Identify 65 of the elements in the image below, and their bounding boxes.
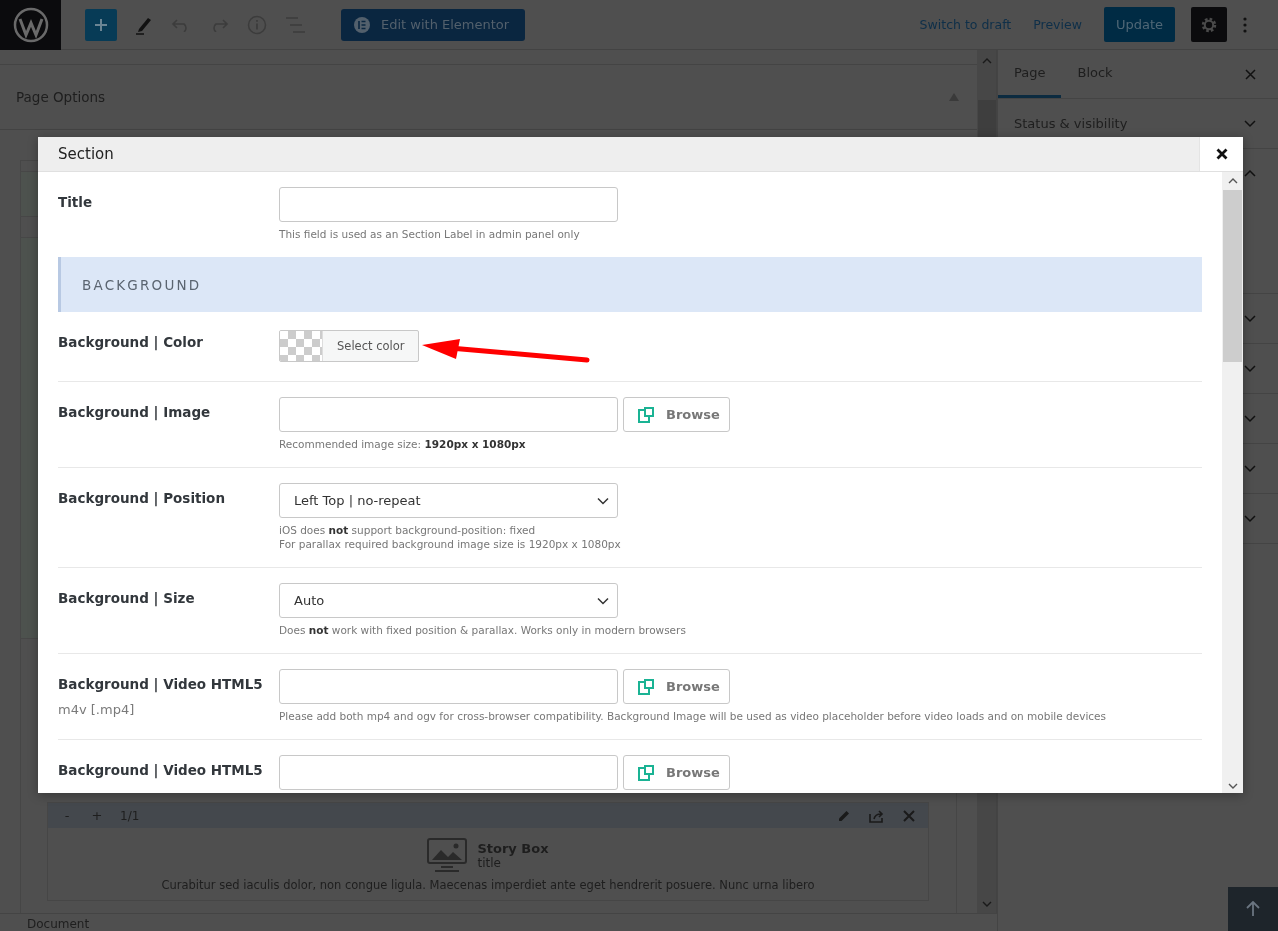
- squares-icon: [638, 406, 654, 423]
- close-icon[interactable]: [1245, 68, 1256, 80]
- chevron-up-icon[interactable]: [1244, 169, 1256, 177]
- browse-button[interactable]: Browse: [623, 669, 730, 704]
- chevron-down-icon[interactable]: [1244, 514, 1256, 523]
- chevron-down-icon[interactable]: [1244, 364, 1256, 373]
- add-block-button[interactable]: [85, 8, 117, 41]
- image-icon: [427, 838, 468, 872]
- section-heading: BACKGROUND: [58, 257, 1202, 312]
- field-label: Background | Video HTML5: [58, 676, 264, 692]
- logo-icon: [11, 5, 50, 44]
- scrollbar[interactable]: [1222, 172, 1243, 793]
- input-field[interactable]: [279, 755, 618, 790]
- dialog-title: Section: [57, 145, 114, 163]
- browse-button[interactable]: Browse: [623, 397, 730, 432]
- chevron-down-icon[interactable]: [1244, 414, 1256, 423]
- scrollbar-thumb[interactable]: [977, 100, 996, 140]
- share-icon[interactable]: [869, 808, 885, 823]
- scroll-to-top-button[interactable]: [1228, 887, 1278, 931]
- close-icon: [1215, 148, 1228, 160]
- scrollbar-thumb[interactable]: [1223, 190, 1242, 362]
- edit-with-elementor-button[interactable]: Edit with Elementor: [341, 8, 526, 41]
- chevron-down-icon[interactable]: [1244, 314, 1256, 323]
- settings-icon: [1200, 15, 1218, 34]
- input-field[interactable]: [279, 397, 618, 432]
- field-label: Background | Position: [58, 490, 226, 506]
- color-picker-button[interactable]: Select color: [279, 330, 420, 362]
- squares-icon: [638, 764, 654, 781]
- field-label: Title: [58, 194, 94, 210]
- plus-icon: [94, 17, 108, 32]
- update-button[interactable]: Update: [1103, 7, 1175, 42]
- field-label: Background | Image: [58, 404, 212, 420]
- scroll-up-icon[interactable]: [1227, 178, 1238, 184]
- field-label: Background | Size: [58, 590, 196, 606]
- help-text: Does not work with fixed position & parallax. Works only in modern browsers: [279, 623, 687, 637]
- select-field[interactable]: Auto: [279, 583, 618, 618]
- chevron-down-icon[interactable]: [1244, 464, 1256, 473]
- squares-icon: [638, 678, 654, 695]
- more-options-icon[interactable]: [1243, 16, 1247, 33]
- settings-button[interactable]: [1191, 7, 1227, 42]
- toolbar-link[interactable]: Preview: [1033, 17, 1082, 32]
- field-label: Background | Color: [58, 334, 204, 350]
- chevron-down-icon[interactable]: [1244, 119, 1256, 128]
- help-text: iOS does not support background-position: fixed For parallax required background image size is 1920px x 1080px: [279, 523, 622, 551]
- help-text: Recommended image size: 1920px x 1080px: [279, 437, 527, 451]
- elementor-icon: [353, 15, 371, 34]
- pencil-icon[interactable]: [837, 808, 851, 823]
- field-sublabel: m4v [.mp4]: [58, 702, 136, 717]
- input-field[interactable]: [279, 187, 618, 222]
- close-icon[interactable]: [903, 809, 915, 822]
- arrow-up-icon: [1246, 901, 1260, 917]
- select-field[interactable]: Left Top | no-repeat: [279, 483, 618, 518]
- increase-button[interactable]: +: [84, 807, 110, 824]
- chevron-down-icon: [597, 596, 609, 605]
- toolbar-link[interactable]: Switch to draft: [919, 17, 1012, 32]
- scroll-down-icon[interactable]: [1227, 783, 1238, 789]
- chevron-down-icon: [597, 496, 609, 505]
- close-button[interactable]: [1199, 137, 1243, 171]
- input-field[interactable]: [279, 669, 618, 704]
- decrease-button[interactable]: -: [54, 807, 80, 824]
- logo[interactable]: [0, 0, 61, 50]
- browse-button[interactable]: Browse: [623, 755, 730, 790]
- help-text: Please add both mp4 and ogv for cross-browser compatibility. Background Image will be used as video placeholder before video loads and on mobile devices: [279, 709, 1107, 723]
- field-label: Background | Video HTML5: [58, 762, 264, 778]
- help-text: This field is used as an Section Label in admin panel only: [279, 227, 581, 241]
